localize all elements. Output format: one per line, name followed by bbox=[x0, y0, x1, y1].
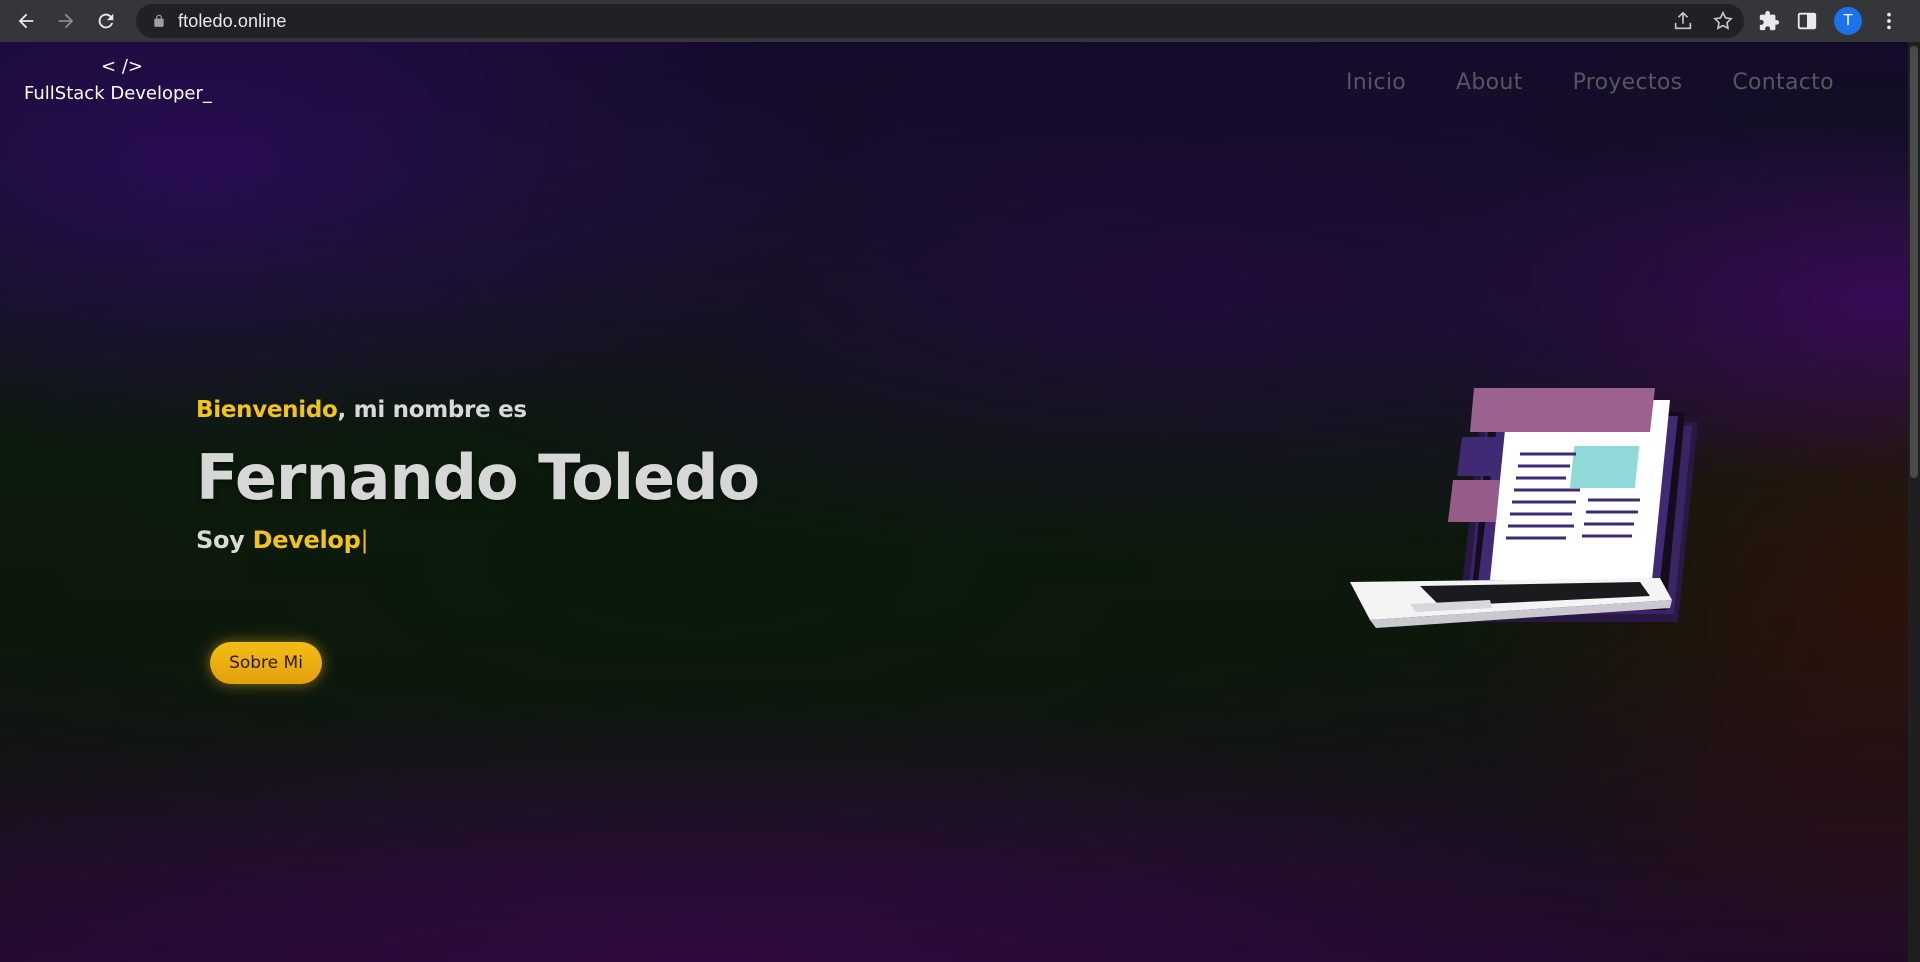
typing-caret: | bbox=[360, 526, 369, 554]
reload-button[interactable] bbox=[86, 1, 126, 41]
profile-avatar[interactable]: T bbox=[1834, 7, 1862, 35]
role-line: Soy Develop| bbox=[196, 526, 759, 554]
share-icon[interactable] bbox=[1672, 10, 1694, 32]
page-viewport: < /> FullStack Developer_ Inicio About P… bbox=[0, 42, 1908, 962]
side-panel-icon[interactable] bbox=[1796, 10, 1818, 32]
nav-link-contacto[interactable]: Contacto bbox=[1732, 70, 1833, 95]
sobre-mi-button[interactable]: Sobre Mi bbox=[210, 642, 322, 684]
code-brackets-icon: < /> bbox=[101, 56, 143, 77]
reload-icon bbox=[98, 13, 114, 29]
arrow-right-icon bbox=[58, 13, 74, 29]
hero-name: Fernando Toledo bbox=[196, 441, 760, 514]
back-button[interactable] bbox=[6, 1, 46, 41]
hero-section: Bienvenido, mi nombre es Fernando Toledo… bbox=[196, 397, 760, 554]
greeting-rest: , mi nombre es bbox=[337, 397, 528, 423]
page-scrollbar[interactable] bbox=[1908, 42, 1920, 962]
extensions-puzzle-icon[interactable] bbox=[1758, 10, 1780, 32]
laptop-illustration bbox=[1350, 388, 1698, 628]
arrow-left-icon bbox=[18, 13, 34, 29]
nav-link-inicio[interactable]: Inicio bbox=[1346, 70, 1406, 95]
role-prefix: Soy bbox=[196, 526, 253, 554]
role-typed: Develop bbox=[252, 526, 361, 554]
browser-toolbar: ftoledo.online T bbox=[0, 0, 1920, 42]
nav-link-proyectos[interactable]: Proyectos bbox=[1573, 70, 1683, 95]
nav-link-about[interactable]: About bbox=[1456, 70, 1523, 95]
lock-icon bbox=[154, 14, 164, 27]
address-bar[interactable]: ftoledo.online bbox=[136, 4, 1744, 38]
greeting-highlight: Bienvenido bbox=[196, 397, 338, 423]
more-menu-icon[interactable] bbox=[1878, 10, 1900, 32]
url-text: ftoledo.online bbox=[178, 10, 287, 31]
main-nav: Inicio About Proyectos Contacto bbox=[1346, 70, 1834, 95]
bookmark-star-icon[interactable] bbox=[1712, 10, 1734, 32]
logo-text: FullStack Developer_ bbox=[24, 83, 212, 104]
scrollbar-thumb[interactable] bbox=[1910, 46, 1918, 478]
site-logo[interactable]: < /> FullStack Developer_ bbox=[24, 56, 224, 104]
greeting: Bienvenido, mi nombre es bbox=[196, 397, 759, 423]
forward-button[interactable] bbox=[46, 1, 86, 41]
